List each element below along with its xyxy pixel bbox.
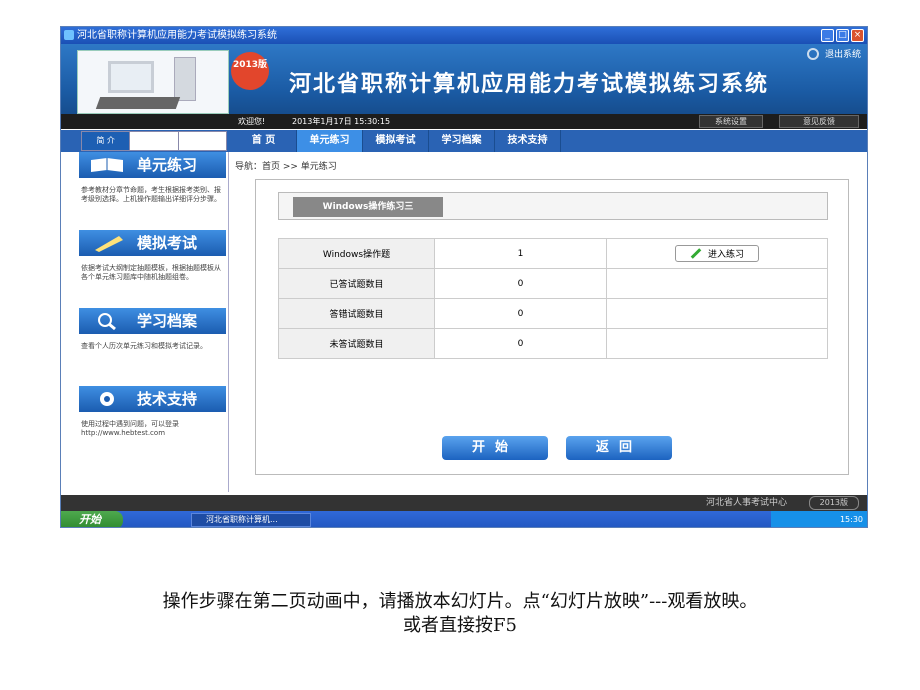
table-row: 未答试题数目 0 xyxy=(278,328,828,359)
tab-intro[interactable]: 简 介 xyxy=(82,132,131,150)
nav-home[interactable]: 首 页 xyxy=(231,130,297,152)
taskbar-app[interactable]: 河北省职称计算机... xyxy=(191,513,311,527)
tab-blank-1[interactable] xyxy=(130,132,179,150)
sidebar-unit-practice[interactable]: 单元练习 xyxy=(79,152,226,178)
practice-header: Windows操作练习三 xyxy=(278,192,828,220)
sidebar-study-record[interactable]: 学习档案 xyxy=(79,308,226,334)
start-button[interactable]: 开始 xyxy=(442,436,548,460)
tab-blank-2[interactable] xyxy=(179,132,226,150)
sidebar-tech-support[interactable]: 技术支持 xyxy=(79,386,226,412)
caption-line-1: 操作步骤在第二页动画中，请播放本幻灯片。点“幻灯片放映”---观看放映。 xyxy=(162,591,758,612)
maximize-button[interactable]: □ xyxy=(836,29,849,42)
pen-icon xyxy=(95,236,123,252)
exit-system-button[interactable]: 退出系统 xyxy=(806,47,861,60)
row-value: 0 xyxy=(434,298,607,329)
pencil-icon xyxy=(690,248,702,259)
sidebar-mock-exam[interactable]: 模拟考试 xyxy=(79,230,226,256)
close-button[interactable]: × xyxy=(851,29,864,42)
feedback-button[interactable]: 意见反馈 xyxy=(779,115,859,128)
power-icon xyxy=(806,47,819,60)
table-row: Windows操作题 1 进入练习 xyxy=(278,238,828,269)
nav-study-record[interactable]: 学习档案 xyxy=(429,130,495,152)
welcome-bar: 欢迎您! 2013年1月17日 15:30:15 系统设置 意见反馈 xyxy=(61,114,867,129)
sidebar-desc-support: 使用过程中遇到问题，可以登录http://www.hebtest.com xyxy=(81,420,179,437)
row-label: 已答试题数目 xyxy=(278,268,435,299)
start-menu-button[interactable]: 开始 xyxy=(61,511,123,527)
window-title: 河北省职称计算机应用能力考试模拟练习系统 xyxy=(77,30,277,41)
settings-button[interactable]: 系统设置 xyxy=(699,115,763,128)
system-tray: 15:30 xyxy=(771,511,867,527)
practice-table: Windows操作题 1 进入练习 已答试题数目 0 答错试题数目 0 未答试题… xyxy=(278,238,828,359)
enter-cell: 进入练习 xyxy=(606,238,828,269)
row-value: 1 xyxy=(434,238,607,269)
row-value: 0 xyxy=(434,268,607,299)
welcome-text: 欢迎您! xyxy=(238,117,266,126)
enter-practice-button[interactable]: 进入练习 xyxy=(674,245,759,262)
nav-unit-practice[interactable]: 单元练习 xyxy=(297,130,363,152)
support-icon xyxy=(100,392,114,406)
exit-label: 退出系统 xyxy=(824,50,861,60)
version-badge: 2013版 xyxy=(231,52,269,90)
app-window: 河北省职称计算机应用能力考试模拟练习系统 _ □ × 2013版 河北省职称计算… xyxy=(60,26,868,528)
app-header: 2013版 河北省职称计算机应用能力考试模拟练习系统 退出系统 xyxy=(61,44,867,114)
system-title: 河北省职称计算机应用能力考试模拟练习系统 xyxy=(289,71,770,97)
footer-org: 河北省人事考试中心 xyxy=(705,498,787,508)
caption-line-2: 或者直接按F5 xyxy=(403,615,517,636)
app-icon xyxy=(64,30,74,40)
table-row: 已答试题数目 0 xyxy=(278,268,828,299)
sidebar-desc-unit: 参考教材分章节命题，考生根据报考类别、报考级别选择。上机操作题输出详细评分步骤。 xyxy=(81,186,221,203)
magnifier-icon xyxy=(98,313,116,330)
sidebar-desc-exam: 依据考试大纲制定抽题模板，根据抽题模板从各个单元练习题库中随机抽题组卷。 xyxy=(81,264,221,281)
datetime-text: 2013年1月17日 15:30:15 xyxy=(292,117,391,126)
row-label: 未答试题数目 xyxy=(278,328,435,359)
row-label: 答错试题数目 xyxy=(278,298,435,329)
os-taskbar: 开始 河北省职称计算机... 15:30 xyxy=(61,511,867,527)
navigation-bar: 简 介 首 页 单元练习 模拟考试 学习档案 技术支持 xyxy=(61,130,867,152)
footer-version: 2013版 xyxy=(808,496,859,510)
sidebar-desc-record: 查看个人历次单元练习和模拟考试记录。 xyxy=(81,342,207,350)
back-button[interactable]: 返回 xyxy=(566,436,672,460)
practice-panel: Windows操作练习三 Windows操作题 1 进入练习 已答试题数目 0 … xyxy=(255,179,849,475)
title-bar: 河北省职称计算机应用能力考试模拟练习系统 _ □ × xyxy=(61,27,867,44)
breadcrumb: 导航：首页 >> 单元练习 xyxy=(235,162,337,172)
nav-mock-exam[interactable]: 模拟考试 xyxy=(363,130,429,152)
footer-bar: 河北省人事考试中心 2013版 xyxy=(61,495,867,511)
clock: 15:30 xyxy=(839,515,863,524)
slide-caption: 操作步骤在第二页动画中，请播放本幻灯片。点“幻灯片放映”---观看放映。 或者直… xyxy=(0,590,920,638)
row-label: Windows操作题 xyxy=(278,238,435,269)
practice-tab[interactable]: Windows操作练习三 xyxy=(293,197,443,217)
book-icon xyxy=(91,158,123,172)
sidebar: 单元练习 参考教材分章节命题，考生根据报考类别、报考级别选择。上机操作题输出详细… xyxy=(77,152,229,492)
nav-tech-support[interactable]: 技术支持 xyxy=(495,130,561,152)
minimize-button[interactable]: _ xyxy=(821,29,834,42)
computer-illustration xyxy=(77,50,229,114)
row-value: 0 xyxy=(434,328,607,359)
table-row: 答错试题数目 0 xyxy=(278,298,828,329)
